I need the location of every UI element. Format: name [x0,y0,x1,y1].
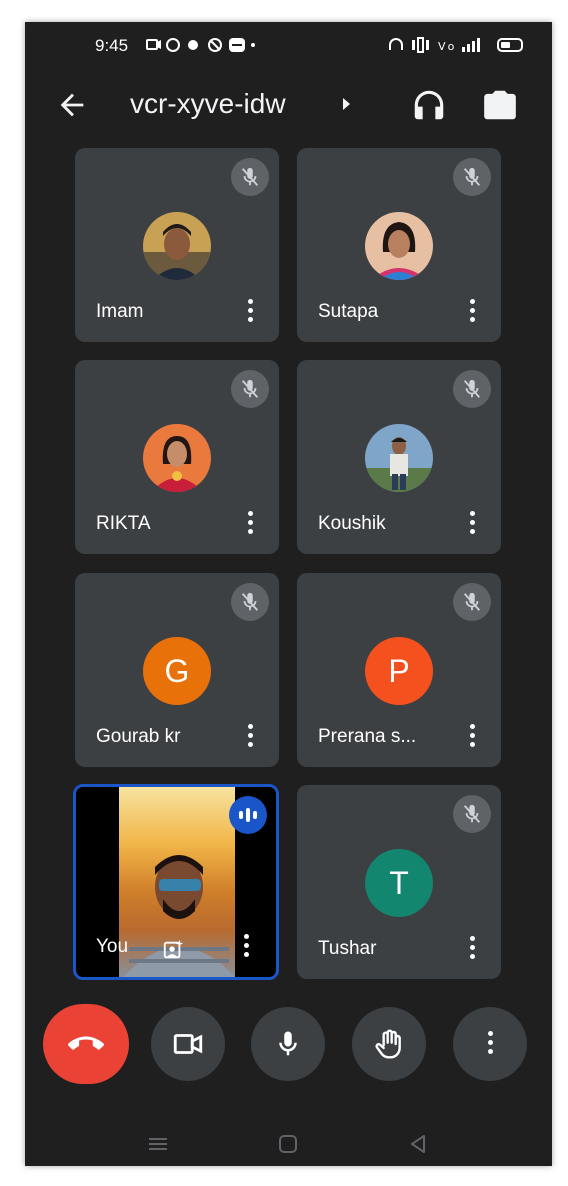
system-icons-svg: Vo [389,37,523,53]
participant-avatar-photo [143,424,211,492]
more-vert-icon [487,1031,493,1057]
system-icons: Vo [388,36,528,57]
system-navigation-bar [25,1127,552,1163]
participant-avatar-letter: T [365,849,433,917]
camera-toggle-button[interactable] [151,1007,225,1081]
participant-name: RIKTA [96,513,151,534]
meeting-app-bar: vcr-xyve-idw [25,82,552,142]
participant-tile-gourab[interactable]: G Gourab kr [75,573,279,767]
mic-off-icon [231,158,269,196]
more-vert-icon[interactable] [247,511,253,537]
notification-icons-svg [146,38,255,52]
participant-name: Imam [96,301,144,322]
mic-off-icon [231,583,269,621]
phone-hangup-icon [68,1036,104,1050]
participant-name: Tushar [318,938,377,959]
participant-tile-prerana[interactable]: P Prerana s... [297,573,501,767]
participant-tile-imam[interactable]: Imam [75,148,279,342]
participant-name: Koushik [318,513,386,534]
notification-icons [145,36,255,57]
videocam-icon [173,1034,203,1054]
meeting-info-caret-icon[interactable] [343,98,350,110]
meeting-code-title[interactable]: vcr-xyve-idw [130,88,286,120]
mic-off-icon [231,370,269,408]
participant-tile-tushar[interactable]: T Tushar [297,785,501,979]
mic-icon [279,1031,297,1056]
mic-off-icon [453,370,491,408]
participant-tile-rikta[interactable]: RIKTA [75,360,279,554]
microphone-toggle-button[interactable] [251,1007,325,1081]
back-arrow-icon[interactable] [55,88,89,122]
more-vert-icon[interactable] [247,724,253,750]
phone-screen: 9:45 Vo vcr-xyve-idw Imam Sutapa RIKTA K… [25,22,552,1166]
raise-hand-button[interactable] [352,1007,426,1081]
participant-tile-koushik[interactable]: Koushik [297,360,501,554]
more-vert-icon[interactable] [469,936,475,962]
back-nav-icon[interactable] [407,1133,429,1155]
participant-avatar-letter: P [365,637,433,705]
mic-off-icon [453,795,491,833]
participant-tile-self[interactable]: You [73,784,279,980]
participant-name: Sutapa [318,301,379,322]
more-vert-icon[interactable] [247,299,253,325]
home-nav-icon[interactable] [277,1133,299,1155]
participant-avatar-photo [365,212,433,280]
headphones-icon[interactable] [410,86,448,124]
speaking-indicator-icon [229,796,267,834]
more-vert-icon[interactable] [469,299,475,325]
participant-avatar-letter: G [143,637,211,705]
svg-text:Vo: Vo [438,40,457,53]
mic-off-icon [453,158,491,196]
participant-avatar-photo [143,212,211,280]
participant-name: Gourab kr [96,726,181,747]
switch-camera-icon[interactable] [481,86,519,124]
effects-portrait-icon[interactable] [162,939,184,961]
more-vert-icon[interactable] [469,724,475,750]
status-bar: 9:45 Vo [25,22,552,68]
hand-icon [375,1029,401,1059]
mic-off-icon [453,583,491,621]
more-vert-icon[interactable] [243,934,249,960]
hang-up-button[interactable] [43,1004,129,1084]
participant-tile-sutapa[interactable]: Sutapa [297,148,501,342]
menu-nav-icon[interactable] [147,1133,169,1155]
participant-name: Prerana s... [318,726,417,747]
status-time: 9:45 [95,36,129,55]
participant-name: You [96,936,129,957]
more-options-button[interactable] [453,1007,527,1081]
participant-avatar-photo [365,424,433,492]
more-vert-icon[interactable] [469,511,475,537]
